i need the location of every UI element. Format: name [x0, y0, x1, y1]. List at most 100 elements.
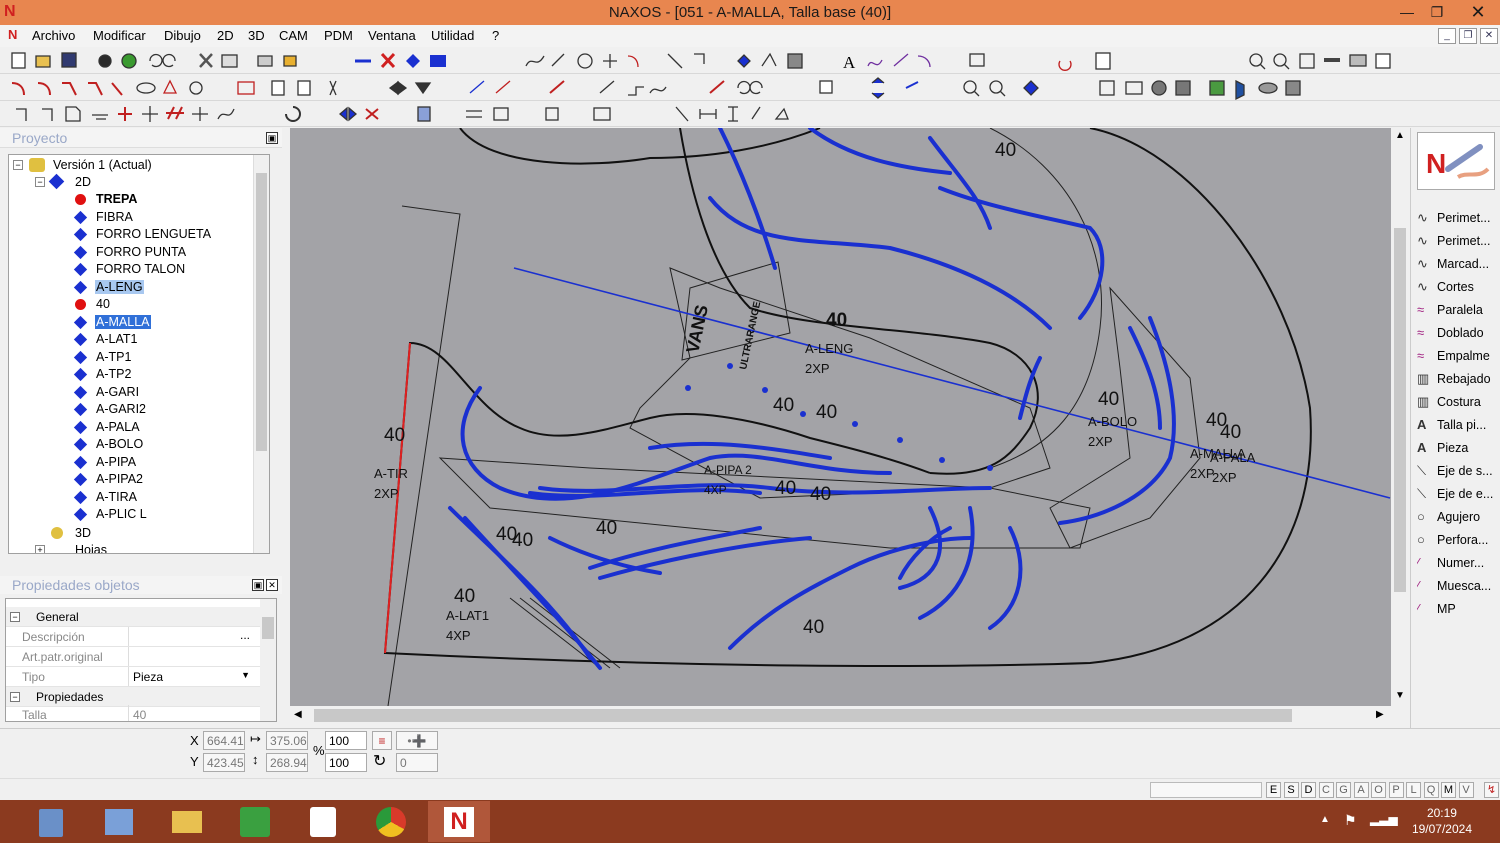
canvas-vscroll[interactable]: ▲ ▼: [1391, 128, 1409, 706]
hscroll-thumb[interactable]: [314, 709, 1292, 722]
angle-field[interactable]: 0: [396, 753, 438, 772]
pattern-drawing[interactable]: 40 40 A-LENG 2XP 40 A-BOLO 2XP 40 40 A-M…: [290, 128, 1391, 706]
flag-icon[interactable]: ⚑: [1344, 812, 1357, 829]
scale-y-field[interactable]: 100: [325, 753, 367, 772]
tree-scroll-thumb[interactable]: [256, 173, 267, 451]
vscroll-thumb[interactable]: [1394, 228, 1406, 592]
taskbar-chrome[interactable]: [360, 801, 422, 842]
snap-key-v[interactable]: V: [1458, 782, 1474, 798]
tool-eje-de-s-11[interactable]: ⟍ Eje de s...: [1417, 463, 1500, 485]
pin-icon[interactable]: ▣: [252, 579, 264, 591]
minimize-icon[interactable]: —: [1390, 0, 1424, 25]
snap-key-p[interactable]: P: [1388, 782, 1404, 798]
menu-help[interactable]: ?: [492, 28, 499, 43]
snap-key-s[interactable]: S: [1283, 782, 1299, 798]
talla-value[interactable]: 40: [128, 705, 254, 721]
snap-key-d[interactable]: D: [1301, 782, 1316, 798]
group-general[interactable]: − General: [6, 607, 260, 627]
tool-cortes-3[interactable]: ∿ Cortes: [1417, 279, 1500, 301]
toolbar-icons-1[interactable]: A: [0, 48, 1500, 74]
menu-dibujo[interactable]: Dibujo: [164, 28, 201, 43]
snap-key-g[interactable]: G: [1336, 782, 1351, 798]
doc-close-icon[interactable]: ✕: [1480, 28, 1498, 44]
tool-talla-pi-9[interactable]: A Talla pi...: [1417, 417, 1500, 439]
menu-ventana[interactable]: Ventana: [368, 28, 416, 43]
menu-pdm[interactable]: PDM: [324, 28, 353, 43]
toolbar-icons-2[interactable]: [0, 75, 1500, 101]
tool-perimet-0[interactable]: ∿ Perimet...: [1417, 210, 1500, 232]
canvas-hscroll[interactable]: ◀ ▶: [290, 706, 1391, 726]
props-scroll-thumb[interactable]: [262, 617, 274, 639]
folder-icon: [172, 811, 202, 833]
tool-rebajado-7[interactable]: ▥ Rebajado: [1417, 371, 1500, 393]
collapse-icon[interactable]: −: [13, 160, 23, 170]
snap-key-a[interactable]: A: [1353, 782, 1369, 798]
taskbar-files[interactable]: [156, 801, 218, 842]
tool-mp-17[interactable]: ∕ MP: [1417, 601, 1500, 623]
scroll-right-icon[interactable]: ▶: [1376, 709, 1384, 720]
menu-utilidad[interactable]: Utilidad: [431, 28, 474, 43]
tool-perimet-1[interactable]: ∿ Perimet...: [1417, 233, 1500, 255]
close-icon[interactable]: ✕: [1458, 0, 1498, 25]
snap-key-m[interactable]: M: [1441, 782, 1456, 798]
taskbar-calculator[interactable]: [20, 801, 82, 842]
menu-2d[interactable]: 2D: [217, 28, 234, 43]
toolbar-icons-3[interactable]: [0, 101, 1500, 127]
menu-archivo[interactable]: Archivo: [32, 28, 75, 43]
align-icon[interactable]: ≡: [372, 731, 392, 750]
tree-scrollbar[interactable]: [253, 155, 269, 553]
tray-expand-icon[interactable]: ▲: [1320, 814, 1330, 825]
tool-muesca-16[interactable]: ∕ Muesca...: [1417, 578, 1500, 600]
tool-paralela-4[interactable]: ≈ Paralela: [1417, 302, 1500, 324]
pin-icon[interactable]: ▣: [266, 132, 278, 144]
move-icon[interactable]: •➕: [396, 731, 438, 750]
tool-empalme-6[interactable]: ≈ Empalme: [1417, 348, 1500, 370]
scale-x-field[interactable]: 100: [325, 731, 367, 750]
group-propiedades[interactable]: − Propiedades: [6, 687, 260, 707]
tool-marcad-2[interactable]: ∿ Marcad...: [1417, 256, 1500, 278]
tool-pieza-10[interactable]: A Pieza: [1417, 440, 1500, 462]
descripcion-value[interactable]: ...: [128, 627, 254, 646]
x-field[interactable]: 664.41: [203, 731, 245, 750]
tipo-select[interactable]: Pieza ▼: [128, 667, 254, 686]
doc-minimize-icon[interactable]: _: [1438, 28, 1456, 44]
menu-modificar[interactable]: Modificar: [93, 28, 146, 43]
tool-numer-15[interactable]: ∕ Numer...: [1417, 555, 1500, 577]
more-icon[interactable]: ...: [240, 628, 250, 642]
drawing-canvas[interactable]: 40 40 A-LENG 2XP 40 A-BOLO 2XP 40 40 A-M…: [290, 128, 1391, 706]
tool-doblado-5[interactable]: ≈ Doblado: [1417, 325, 1500, 347]
snap-key-o[interactable]: O: [1371, 782, 1386, 798]
width-field[interactable]: 375.06: [266, 731, 308, 750]
y-field[interactable]: 423.45: [203, 753, 245, 772]
scroll-up-icon[interactable]: ▲: [1395, 130, 1405, 141]
taskbar-explorer-remote[interactable]: [88, 801, 150, 842]
menu-cam[interactable]: CAM: [279, 28, 308, 43]
scroll-down-icon[interactable]: ▼: [1395, 690, 1405, 701]
tool-perfora-14[interactable]: ○ Perfora...: [1417, 532, 1500, 554]
tool-eje-de-e-12[interactable]: ⟍ Eje de e...: [1417, 486, 1500, 508]
artpatr-value[interactable]: [128, 647, 254, 666]
snap-key-q[interactable]: Q: [1423, 782, 1439, 798]
collapse-icon[interactable]: −: [35, 177, 45, 187]
restore-icon[interactable]: ❐: [1420, 0, 1454, 25]
snap-key-e[interactable]: E: [1266, 782, 1281, 798]
snap-key-c[interactable]: C: [1318, 782, 1334, 798]
signal-icon[interactable]: ▂▃▅: [1370, 812, 1398, 826]
collapse-icon[interactable]: −: [10, 692, 20, 702]
close-icon[interactable]: ✕: [266, 579, 278, 591]
clock[interactable]: 20:19 19/07/2024: [1412, 805, 1472, 837]
collapse-icon[interactable]: −: [10, 612, 20, 622]
chevron-down-icon[interactable]: ▼: [241, 670, 250, 680]
menu-3d[interactable]: 3D: [248, 28, 265, 43]
height-field[interactable]: 268.94: [266, 753, 308, 772]
tool-costura-8[interactable]: ▥ Costura: [1417, 394, 1500, 416]
snap-key-l[interactable]: L: [1406, 782, 1421, 798]
props-scrollbar[interactable]: [260, 599, 276, 721]
tool-agujero-13[interactable]: ○ Agujero: [1417, 509, 1500, 531]
scroll-left-icon[interactable]: ◀: [294, 709, 302, 720]
doc-restore-icon[interactable]: ❐: [1459, 28, 1477, 44]
taskbar-naxos[interactable]: N: [428, 801, 490, 842]
expand-icon[interactable]: +: [35, 545, 45, 553]
taskbar-app-info[interactable]: [292, 801, 354, 842]
taskbar-app-green[interactable]: [224, 801, 286, 842]
